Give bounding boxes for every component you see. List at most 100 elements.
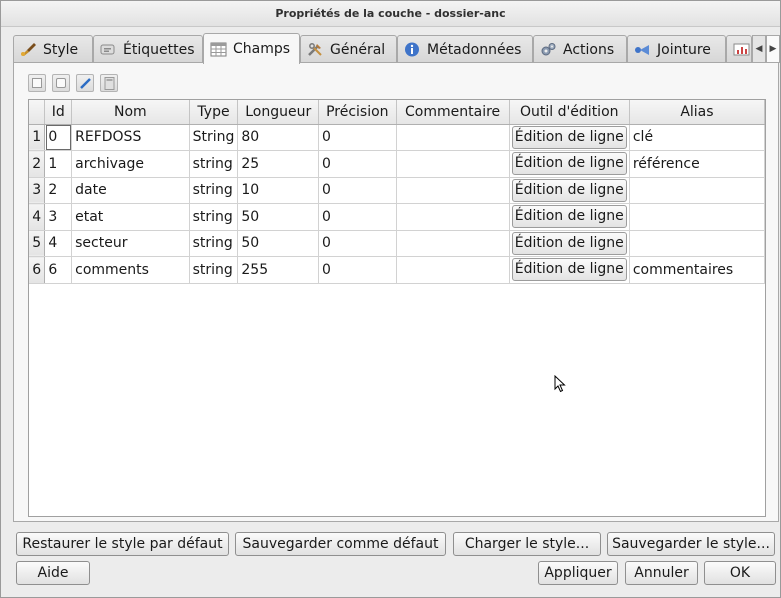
load-style-button[interactable]: Charger le style... xyxy=(453,532,601,556)
cell-comment[interactable] xyxy=(396,150,510,178)
cell-precision[interactable]: 0 xyxy=(318,256,397,284)
cell-precision[interactable]: 0 xyxy=(318,150,397,178)
edit-widget-button[interactable]: Édition de ligne xyxy=(511,178,627,202)
cell-type[interactable]: string xyxy=(189,177,239,204)
cell-length[interactable]: 50 xyxy=(237,230,320,257)
row-header[interactable]: 1 xyxy=(29,124,46,151)
cell-alias[interactable]: clé xyxy=(629,124,765,151)
cell-id[interactable]: 1 xyxy=(44,150,73,178)
cell-precision[interactable]: 0 xyxy=(318,203,397,231)
cell-id[interactable]: 0 xyxy=(44,124,73,151)
restore-default-style-button[interactable]: Restaurer le style par défaut xyxy=(16,532,229,556)
cell-editor: Édition de ligne xyxy=(509,256,630,284)
paintbrush-icon xyxy=(20,42,37,57)
tab-etiquettes[interactable]: Étiquettes xyxy=(93,35,203,63)
table-row[interactable]: 2 1 archivage string 25 0 Édition de lig… xyxy=(29,150,765,178)
cell-type[interactable]: string xyxy=(189,256,239,284)
tab-actions[interactable]: Actions xyxy=(533,35,627,63)
cell-length[interactable]: 25 xyxy=(237,150,320,178)
tab-scroll-prev-icon[interactable]: ◀ xyxy=(752,35,766,63)
table-row[interactable]: 4 3 etat string 50 0 Édition de ligne xyxy=(29,203,765,231)
tools-icon xyxy=(307,42,324,57)
ok-button[interactable]: OK xyxy=(704,561,776,585)
apply-button[interactable]: Appliquer xyxy=(538,561,618,585)
table-row[interactable]: 5 4 secteur string 50 0 Édition de ligne xyxy=(29,230,765,257)
tab-label: Style xyxy=(43,41,79,58)
cell-name[interactable]: etat xyxy=(71,203,190,231)
cell-alias[interactable] xyxy=(629,203,765,231)
help-button[interactable]: Aide xyxy=(16,561,90,585)
table-row[interactable]: 1 0 REFDOSS String 80 0 Édition de ligne… xyxy=(29,124,765,151)
tab-champs[interactable]: Champs xyxy=(203,33,300,64)
cell-editor: Édition de ligne xyxy=(509,230,630,257)
cell-comment[interactable] xyxy=(396,230,510,257)
cell-length[interactable]: 10 xyxy=(237,177,320,204)
new-field-icon[interactable] xyxy=(28,74,46,92)
cell-alias[interactable]: référence xyxy=(629,150,765,178)
col-header-longueur[interactable]: Longueur xyxy=(237,100,320,125)
cell-precision[interactable]: 0 xyxy=(318,124,397,151)
tab-metadonnees[interactable]: Métadonnées xyxy=(397,35,533,63)
row-header[interactable]: 6 xyxy=(29,256,46,284)
tab-style[interactable]: Style xyxy=(13,35,93,63)
field-calculator-icon[interactable] xyxy=(100,74,118,92)
cell-type[interactable]: String xyxy=(189,124,239,151)
save-style-button[interactable]: Sauvegarder le style... xyxy=(607,532,775,556)
cell-length[interactable]: 50 xyxy=(237,203,320,231)
edit-widget-button[interactable]: Édition de ligne xyxy=(511,258,627,282)
edit-widget-button[interactable]: Édition de ligne xyxy=(511,125,627,149)
cell-id[interactable]: 3 xyxy=(44,203,73,231)
col-header-alias[interactable]: Alias xyxy=(629,100,765,125)
layer-properties-dialog: Propriétés de la couche - dossier-anc St… xyxy=(0,0,781,598)
cell-alias[interactable]: commentaires xyxy=(629,256,765,284)
corner-header xyxy=(29,100,46,125)
col-header-nom[interactable]: Nom xyxy=(71,100,190,125)
cell-precision[interactable]: 0 xyxy=(318,177,397,204)
col-header-outil-edition[interactable]: Outil d'édition xyxy=(509,100,630,125)
col-header-id[interactable]: Id xyxy=(44,100,73,125)
cell-name[interactable]: archivage xyxy=(71,150,190,178)
edit-widget-button[interactable]: Édition de ligne xyxy=(511,152,627,176)
col-header-precision[interactable]: Précision xyxy=(318,100,397,125)
cell-alias[interactable] xyxy=(629,177,765,204)
row-header[interactable]: 3 xyxy=(29,177,46,204)
cell-comment[interactable] xyxy=(396,124,510,151)
row-header[interactable]: 2 xyxy=(29,150,46,178)
save-as-default-button[interactable]: Sauvegarder comme défaut xyxy=(235,532,446,556)
cell-comment[interactable] xyxy=(396,203,510,231)
edit-widget-button[interactable]: Édition de ligne xyxy=(511,205,627,229)
label-icon xyxy=(100,42,117,57)
cell-name[interactable]: comments xyxy=(71,256,190,284)
cell-name[interactable]: REFDOSS xyxy=(71,124,190,151)
cell-id[interactable]: 4 xyxy=(44,230,73,257)
cell-type[interactable]: string xyxy=(189,203,239,231)
tab-scroll-next-icon[interactable]: ▶ xyxy=(766,35,780,63)
table-header: Id Nom Type Longueur Précision Commentai… xyxy=(29,100,765,125)
cell-comment[interactable] xyxy=(396,177,510,204)
cell-length[interactable]: 255 xyxy=(237,256,320,284)
cell-id[interactable]: 6 xyxy=(44,256,73,284)
cell-id[interactable]: 2 xyxy=(44,177,73,204)
toggle-edit-icon[interactable] xyxy=(76,74,94,92)
table-row[interactable]: 3 2 date string 10 0 Édition de ligne xyxy=(29,177,765,204)
edit-widget-button[interactable]: Édition de ligne xyxy=(511,231,627,255)
cell-comment[interactable] xyxy=(396,256,510,284)
cell-alias[interactable] xyxy=(629,230,765,257)
tab-jointure[interactable]: Jointure xyxy=(627,35,726,63)
tab-overflow[interactable] xyxy=(726,35,752,63)
col-header-type[interactable]: Type xyxy=(189,100,239,125)
cell-type[interactable]: string xyxy=(189,230,239,257)
tab-general[interactable]: Général xyxy=(300,35,397,63)
table-row[interactable]: 6 6 comments string 255 0 Édition de lig… xyxy=(29,256,765,284)
cell-name[interactable]: secteur xyxy=(71,230,190,257)
col-header-commentaire[interactable]: Commentaire xyxy=(396,100,510,125)
cancel-button[interactable]: Annuler xyxy=(625,561,698,585)
cell-length[interactable]: 80 xyxy=(237,124,320,151)
row-header[interactable]: 5 xyxy=(29,230,46,257)
delete-field-icon[interactable] xyxy=(52,74,70,92)
tab-label: Jointure xyxy=(657,41,711,58)
row-header[interactable]: 4 xyxy=(29,203,46,231)
cell-type[interactable]: string xyxy=(189,150,239,178)
cell-precision[interactable]: 0 xyxy=(318,230,397,257)
cell-name[interactable]: date xyxy=(71,177,190,204)
